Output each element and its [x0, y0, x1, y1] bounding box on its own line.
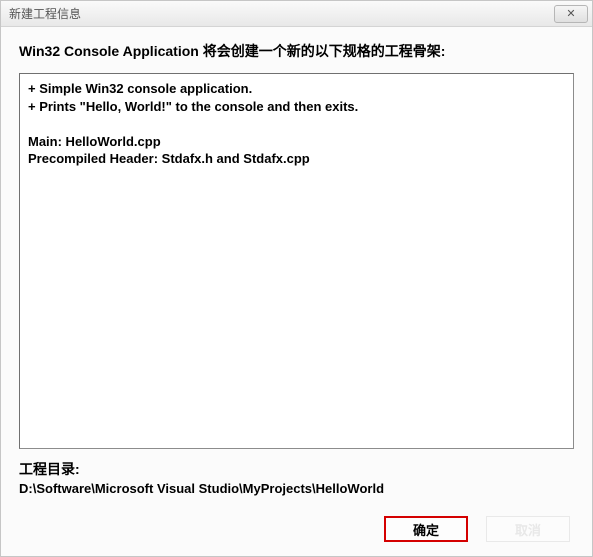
project-directory-label: 工程目录: — [19, 459, 574, 479]
cancel-button[interactable]: 取消 — [486, 516, 570, 542]
close-icon: ✕ — [566, 7, 575, 20]
titlebar: 新建工程信息 ✕ — [1, 1, 592, 27]
project-description-textbox[interactable]: + Simple Win32 console application. + Pr… — [19, 73, 574, 449]
dialog-content: Win32 Console Application 将会创建一个新的以下规格的工… — [1, 27, 592, 504]
window-title: 新建工程信息 — [9, 5, 81, 22]
close-button[interactable]: ✕ — [554, 5, 588, 23]
dialog-window: 新建工程信息 ✕ Win32 Console Application 将会创建一… — [0, 0, 593, 557]
ok-button[interactable]: 确定 — [384, 516, 468, 542]
project-directory-path: D:\Software\Microsoft Visual Studio\MyPr… — [19, 481, 574, 496]
button-row: 确定 取消 — [1, 504, 592, 556]
dialog-heading: Win32 Console Application 将会创建一个新的以下规格的工… — [19, 41, 574, 61]
